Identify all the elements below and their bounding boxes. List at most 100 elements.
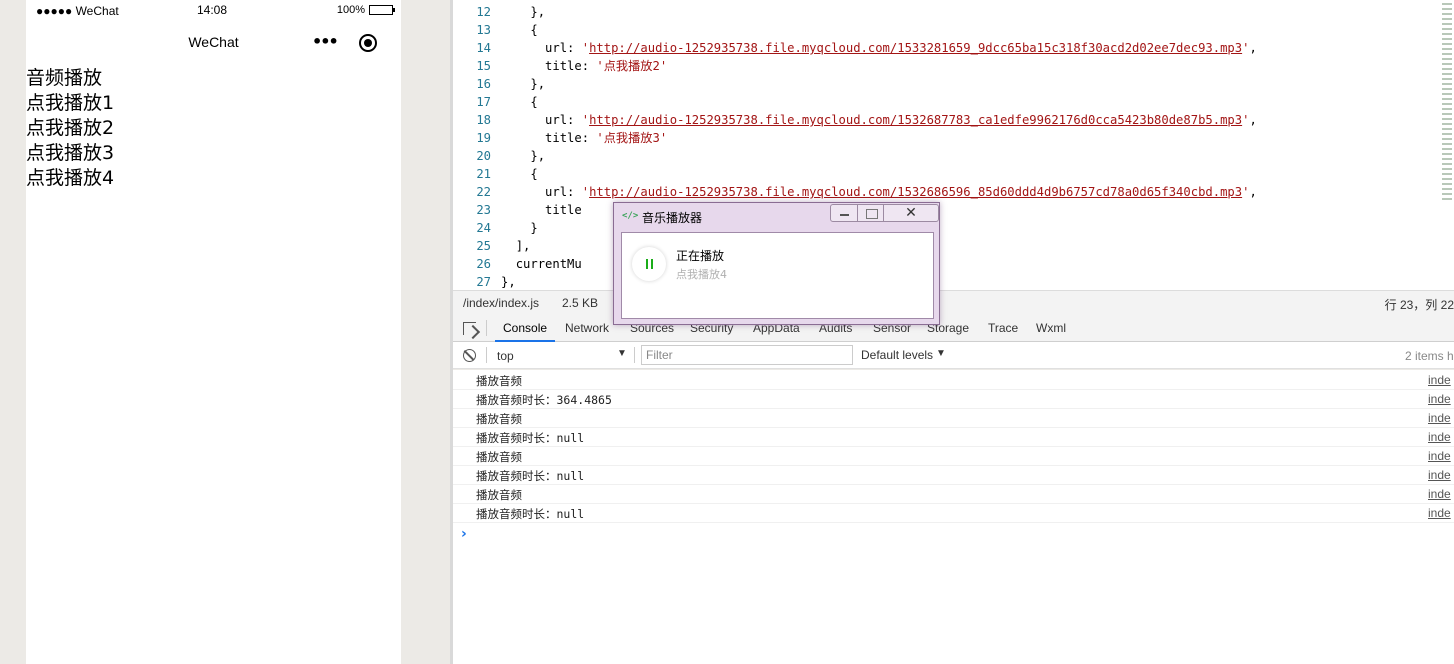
console-prompt[interactable]: ›	[461, 526, 467, 542]
log-message: 播放音频时长：364.4865	[476, 393, 612, 407]
play-item-2[interactable]: 点我播放2	[26, 116, 114, 141]
log-source-link[interactable]: inde	[1428, 468, 1451, 482]
code-line[interactable]: 18 url: 'http://audio-1252935738.file.my…	[453, 111, 1454, 129]
log-source-link[interactable]: inde	[1428, 506, 1451, 520]
code-token: title	[545, 203, 582, 217]
code-line[interactable]: 25 ],	[453, 237, 1454, 255]
music-player-window[interactable]: </> 音乐播放器 ✕ 正在播放 点我播放4	[613, 202, 940, 325]
play-item-4[interactable]: 点我播放4	[26, 166, 114, 191]
log-source-link[interactable]: inde	[1428, 373, 1451, 387]
line-number: 12	[476, 5, 491, 19]
code-line[interactable]: 12 },	[453, 3, 1454, 21]
code-text: {	[501, 21, 538, 39]
tab-console[interactable]: Console	[495, 314, 556, 342]
line-number: 21	[476, 167, 491, 181]
code-token: title:	[545, 131, 597, 145]
log-source-link[interactable]: inde	[1428, 487, 1451, 501]
code-token: {	[530, 95, 538, 109]
tab-network[interactable]: Network	[557, 314, 617, 342]
line-number: 18	[476, 113, 491, 127]
toolbar-separator	[486, 347, 487, 363]
log-message: 播放音频	[476, 450, 522, 464]
simulator-gutter-right	[401, 0, 451, 664]
code-line[interactable]: 23 title	[453, 201, 1454, 219]
code-text: title: '点我播放2'	[501, 57, 667, 75]
pause-button[interactable]	[632, 247, 666, 281]
code-url: http://audio-1252935738.file.myqcloud.co…	[589, 113, 1243, 127]
code-line[interactable]: 22 url: 'http://audio-1252935738.file.my…	[453, 183, 1454, 201]
log-source-link[interactable]: inde	[1428, 449, 1451, 463]
window-title: 音乐播放器	[642, 211, 703, 225]
cursor-position: 行 23，列 22	[1384, 298, 1454, 312]
code-line[interactable]: 27},	[453, 273, 1454, 290]
console-log-row: 播放音频 inde	[453, 485, 1454, 504]
code-line[interactable]: 20 },	[453, 147, 1454, 165]
code-text: {	[501, 93, 538, 111]
console-filter-input[interactable]	[641, 345, 853, 365]
context-selector[interactable]: top	[497, 349, 627, 363]
window-title-bar[interactable]: </> 音乐播放器 ✕	[614, 203, 939, 229]
page-heading: 音频播放	[26, 67, 103, 89]
log-message: 播放音频时长：null	[476, 431, 585, 445]
clear-console-icon[interactable]	[463, 349, 476, 362]
code-line[interactable]: 24 }	[453, 219, 1454, 237]
code-token: url:	[545, 41, 582, 55]
code-text: title	[501, 201, 582, 219]
code-line[interactable]: 21 {	[453, 165, 1454, 183]
tab-trace[interactable]: Trace	[980, 314, 1026, 342]
code-line[interactable]: 17 {	[453, 93, 1454, 111]
line-number: 23	[476, 203, 491, 217]
code-token: },	[530, 5, 546, 19]
code-line[interactable]: 26 currentMu	[453, 255, 1454, 273]
code-text: },	[501, 273, 516, 290]
code-token: '	[581, 113, 590, 127]
hidden-items-count: 2 items h	[1405, 349, 1454, 363]
close-button[interactable]: ✕	[883, 204, 939, 222]
code-line[interactable]: 16 },	[453, 75, 1454, 93]
log-levels-selector[interactable]: Default levels	[861, 348, 933, 362]
line-number: 14	[476, 41, 491, 55]
inspect-element-icon[interactable]	[463, 322, 476, 335]
console-output[interactable]: › 播放音频 inde 播放音频时长：364.4865 inde 播放音频 inde 播放音…	[453, 370, 1454, 664]
console-log-row: 播放音频 inde	[453, 409, 1454, 428]
battery-status: 100%	[336, 4, 395, 16]
maximize-button[interactable]	[857, 204, 884, 222]
line-number: 13	[476, 23, 491, 37]
code-token: {	[530, 23, 538, 37]
play-item-3[interactable]: 点我播放3	[26, 141, 114, 166]
code-line[interactable]: 14 url: 'http://audio-1252935738.file.my…	[453, 39, 1454, 57]
line-number: 25	[476, 239, 491, 253]
record-icon[interactable]	[359, 34, 377, 52]
code-url: http://audio-1252935738.file.myqcloud.co…	[589, 185, 1243, 199]
console-log-row: 播放音频 inde	[453, 371, 1454, 390]
code-line[interactable]: 15 title: '点我播放2'	[453, 57, 1454, 75]
levels-dropdown-icon[interactable]: ▼	[936, 348, 946, 359]
context-dropdown-icon[interactable]: ▼	[617, 348, 627, 359]
console-log-row: 播放音频 inde	[453, 447, 1454, 466]
code-editor[interactable]: 12 }, 13 {14 url: 'http://audio-125293573…	[453, 0, 1454, 290]
code-line[interactable]: 19 title: '点我播放3'	[453, 129, 1454, 147]
more-icon[interactable]: •••	[312, 32, 339, 51]
play-item-1[interactable]: 点我播放1	[26, 91, 114, 116]
battery-percent: 100%	[336, 4, 365, 16]
toolbar-separator	[634, 347, 635, 363]
pause-icon	[651, 259, 653, 269]
log-source-link[interactable]: inde	[1428, 430, 1451, 444]
minimize-button[interactable]	[830, 204, 858, 222]
line-number: 15	[476, 59, 491, 73]
file-status-bar: /index/index.js 2.5 KB 行 23，列 22	[453, 290, 1454, 314]
log-source-link[interactable]: inde	[1428, 392, 1451, 406]
tab-wxml[interactable]: Wxml	[1028, 314, 1074, 342]
code-token: '	[581, 185, 590, 199]
code-text: },	[501, 75, 545, 93]
code-line[interactable]: 13 {	[453, 21, 1454, 39]
devtools-tab-bar: Console Network Sources Security AppData Audi…	[453, 314, 1454, 342]
code-text: }	[501, 219, 537, 237]
log-source-link[interactable]: inde	[1428, 411, 1451, 425]
console-log-row: 播放音频时长：null inde	[453, 466, 1454, 485]
